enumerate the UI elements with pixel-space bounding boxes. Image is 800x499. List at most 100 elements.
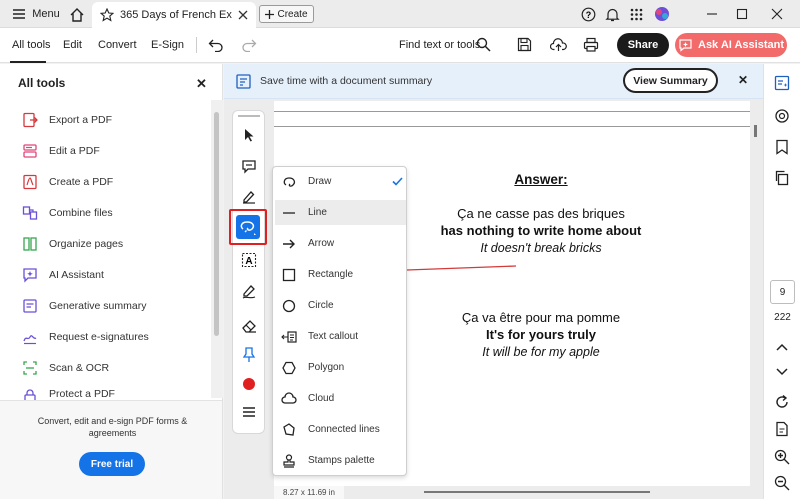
window-close-button[interactable] bbox=[765, 0, 789, 28]
toolbar-grip[interactable] bbox=[238, 115, 260, 117]
highlight-tool[interactable] bbox=[239, 186, 259, 206]
menu-button[interactable]: Menu bbox=[12, 0, 60, 28]
tool-organize-pages[interactable]: Organize pages bbox=[22, 233, 123, 255]
help-button[interactable]: ? bbox=[578, 0, 598, 28]
current-page-input[interactable]: 9 bbox=[770, 280, 795, 304]
zoom-in-button[interactable] bbox=[773, 448, 791, 466]
panel-scrollbar[interactable] bbox=[211, 100, 223, 398]
dropdown-item-stamps-palette[interactable]: Stamps palette bbox=[275, 448, 406, 473]
plus-icon bbox=[265, 9, 275, 19]
color-picker[interactable] bbox=[239, 374, 259, 394]
menu-convert[interactable]: Convert bbox=[98, 39, 137, 51]
share-button[interactable]: Share bbox=[617, 33, 669, 57]
dropdown-item-polygon[interactable]: Polygon bbox=[275, 355, 406, 380]
signature-tool[interactable] bbox=[239, 281, 259, 301]
find-text-label[interactable]: Find text or tools bbox=[399, 39, 480, 51]
user-avatar-icon bbox=[655, 7, 669, 21]
tab-close-icon[interactable] bbox=[238, 10, 248, 20]
rail-comments-button[interactable] bbox=[773, 107, 791, 125]
banner-close-icon[interactable]: ✕ bbox=[738, 73, 748, 87]
dropdown-item-circle[interactable]: Circle bbox=[275, 293, 406, 318]
print-icon bbox=[583, 37, 599, 52]
page-size-label: 8.27 x 11.69 in bbox=[274, 486, 344, 499]
pin-tool[interactable] bbox=[239, 345, 259, 365]
answer-heading: Answer: bbox=[514, 172, 568, 187]
menu-esign[interactable]: E-Sign bbox=[151, 39, 184, 51]
save-icon bbox=[517, 37, 532, 52]
dropdown-item-text-callout[interactable]: Text callout bbox=[275, 324, 406, 349]
rotate-button[interactable] bbox=[773, 393, 791, 411]
dropdown-label: Cloud bbox=[308, 393, 335, 404]
apps-button[interactable] bbox=[626, 0, 646, 28]
zoom-out-button[interactable] bbox=[773, 474, 791, 492]
dropdown-item-draw[interactable]: Draw bbox=[275, 169, 406, 194]
french-phrase-1: Ça ne casse pas des briques bbox=[457, 206, 625, 221]
free-trial-button[interactable]: Free trial bbox=[79, 452, 145, 476]
page-view-button[interactable] bbox=[773, 420, 791, 438]
minimize-button[interactable] bbox=[700, 0, 724, 28]
document-tab[interactable]: 365 Days of French Expr... bbox=[92, 2, 256, 28]
panel-close-icon[interactable]: ✕ bbox=[196, 76, 207, 92]
tool-combine-files[interactable]: Combine files bbox=[22, 202, 113, 224]
footer-promo-text: Convert, edit and e-sign PDF forms & agr… bbox=[37, 416, 188, 438]
next-page-button[interactable] bbox=[773, 363, 791, 381]
bell-icon bbox=[604, 8, 620, 21]
avatar[interactable] bbox=[652, 0, 672, 28]
tool-request-esignatures[interactable]: Request e-signatures bbox=[22, 326, 149, 348]
rectangle-icon bbox=[282, 268, 296, 281]
text-select-tool[interactable]: A bbox=[239, 250, 259, 270]
tool-scan-ocr[interactable]: Scan & OCR bbox=[22, 357, 109, 379]
organize-pages-icon bbox=[23, 237, 37, 251]
dropdown-item-cloud[interactable]: Cloud bbox=[275, 386, 406, 411]
home-button[interactable] bbox=[66, 0, 88, 28]
menu-all-tools[interactable]: All tools bbox=[12, 39, 51, 51]
tool-generative-summary[interactable]: Generative summary bbox=[22, 295, 146, 317]
view-summary-button[interactable]: View Summary bbox=[623, 68, 718, 93]
eraser-tool[interactable] bbox=[239, 316, 259, 336]
comment-tool[interactable] bbox=[239, 156, 259, 176]
tool-label: Create a PDF bbox=[49, 176, 114, 188]
document-horizontal-scroll[interactable] bbox=[424, 491, 650, 493]
drawn-red-line[interactable] bbox=[406, 263, 518, 273]
star-icon[interactable] bbox=[100, 8, 114, 22]
search-button[interactable] bbox=[476, 37, 491, 52]
dropdown-item-connected-lines[interactable]: Connected lines bbox=[275, 417, 406, 442]
rail-bookmarks-button[interactable] bbox=[773, 138, 791, 156]
save-button[interactable] bbox=[517, 37, 532, 52]
redo-button[interactable] bbox=[241, 38, 257, 52]
rail-summary-button[interactable] bbox=[773, 74, 791, 92]
chevron-up-icon bbox=[776, 343, 788, 351]
dropdown-item-rectangle[interactable]: Rectangle bbox=[275, 262, 406, 287]
previous-page-button[interactable] bbox=[773, 338, 791, 356]
all-tools-panel: All tools ✕ Export a PDF Edit a PDF Crea… bbox=[0, 64, 223, 499]
dropdown-item-line[interactable]: Line bbox=[275, 200, 406, 225]
undo-button[interactable] bbox=[208, 38, 224, 52]
more-tools-button[interactable] bbox=[239, 402, 259, 422]
create-button[interactable]: Create bbox=[259, 5, 314, 23]
tool-export-pdf[interactable]: Export a PDF bbox=[22, 109, 112, 131]
panel-title: All tools bbox=[18, 76, 66, 90]
maximize-button[interactable] bbox=[730, 0, 754, 28]
svg-text:?: ? bbox=[585, 10, 591, 20]
tool-create-pdf[interactable]: Create a PDF bbox=[22, 171, 113, 193]
ask-ai-assistant-button[interactable]: Ask AI Assistant bbox=[675, 33, 787, 57]
summary-icon bbox=[236, 74, 251, 89]
menu-edit[interactable]: Edit bbox=[63, 39, 82, 51]
draw-tool[interactable] bbox=[236, 215, 260, 239]
tool-ai-assistant[interactable]: AI Assistant bbox=[22, 264, 104, 286]
print-button[interactable] bbox=[583, 37, 599, 52]
upload-button[interactable] bbox=[550, 37, 567, 52]
document-vertical-scroll[interactable] bbox=[754, 125, 757, 137]
rail-pages-button[interactable] bbox=[773, 169, 791, 187]
tool-edit-pdf[interactable]: Edit a PDF bbox=[22, 140, 100, 162]
select-tool[interactable] bbox=[239, 125, 259, 145]
copy-pages-icon bbox=[775, 170, 789, 186]
tool-protect-pdf[interactable]: Protect a PDF bbox=[22, 388, 115, 400]
title-bar: Menu 365 Days of French Expr... Create ? bbox=[0, 0, 800, 28]
help-icon: ? bbox=[581, 7, 595, 21]
ai-assistant-icon bbox=[23, 268, 37, 283]
panel-scrollbar-thumb[interactable] bbox=[214, 112, 219, 336]
dropdown-item-arrow[interactable]: Arrow bbox=[275, 231, 406, 256]
generative-summary-icon bbox=[23, 299, 37, 313]
notifications-button[interactable] bbox=[602, 0, 622, 28]
